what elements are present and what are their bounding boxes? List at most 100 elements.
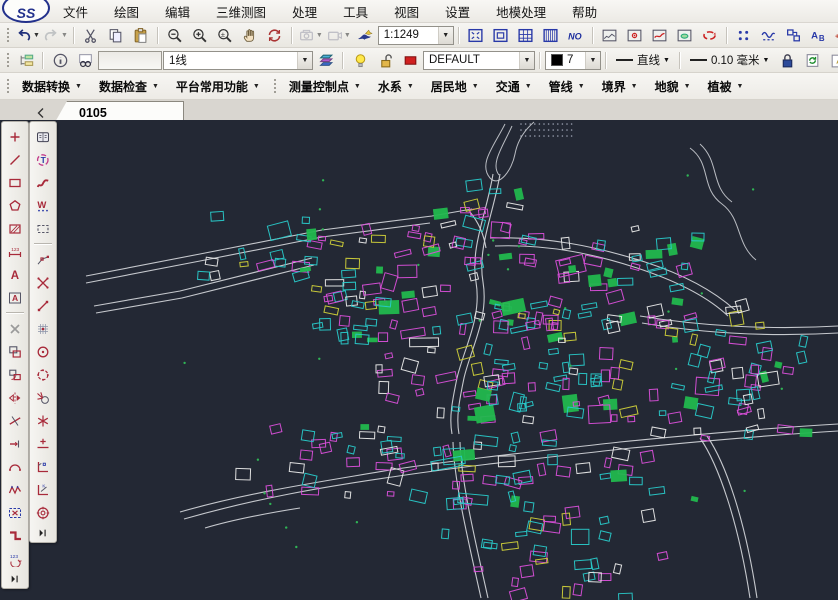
draw-rectangle-button[interactable]: [3, 171, 27, 194]
chevron-down-icon[interactable]: ▼: [519, 52, 534, 69]
category-button-7[interactable]: 交通▼: [488, 74, 540, 98]
category-button-10[interactable]: 地貌▼: [647, 74, 699, 98]
control-target-button[interactable]: [31, 501, 55, 524]
zoom-extents-button[interactable]: [489, 24, 513, 46]
draw-line-button[interactable]: [3, 148, 27, 171]
structure-tree-button[interactable]: [14, 49, 38, 71]
refresh-drawing-button[interactable]: [800, 49, 824, 71]
orbit-button[interactable]: [263, 24, 287, 46]
toolbar-overflow-button[interactable]: [4, 572, 26, 586]
named-view-button[interactable]: ▼: [297, 24, 324, 46]
redo-button[interactable]: ▼: [42, 24, 69, 46]
layer-unlock-button[interactable]: [373, 49, 397, 71]
scale-combo[interactable]: 1:1249▼: [378, 26, 454, 45]
toolbar-grip[interactable]: [272, 77, 277, 95]
chevron-down-icon[interactable]: ▼: [297, 52, 312, 69]
draw-hatch-button[interactable]: [3, 217, 27, 240]
draw-text-button[interactable]: A: [3, 263, 27, 286]
entity-view-button[interactable]: [73, 49, 97, 71]
zoom-range-button[interactable]: ±: [213, 24, 237, 46]
menu-10[interactable]: 帮助: [559, 0, 610, 24]
text-style-button[interactable]: AB: [807, 24, 831, 46]
rotate-copy-button[interactable]: [3, 363, 27, 386]
zoom-window-button[interactable]: [464, 24, 488, 46]
category-button-11[interactable]: 植被▼: [700, 74, 752, 98]
layers-button[interactable]: [314, 49, 338, 71]
coordinate-dim2-button[interactable]: K: [31, 478, 55, 501]
linetype-combo[interactable]: 直线▼: [611, 49, 675, 71]
fly-view-button[interactable]: [353, 24, 377, 46]
category-button-4[interactable]: 测量控制点▼: [281, 74, 369, 98]
draw-curve-button[interactable]: [31, 171, 55, 194]
entity-info-button[interactable]: [48, 49, 72, 71]
mirror-button[interactable]: [3, 386, 27, 409]
lock-drawing-button[interactable]: [775, 49, 799, 71]
category-button-9[interactable]: 境界▼: [594, 74, 646, 98]
draw-arc-button[interactable]: [3, 455, 27, 478]
menu-6[interactable]: 工具: [330, 0, 381, 24]
zoom-out-button[interactable]: [163, 24, 187, 46]
camera-view-button[interactable]: ▼: [325, 24, 352, 46]
star-point-button[interactable]: [31, 409, 55, 432]
menu-3[interactable]: 编辑: [152, 0, 203, 24]
copy-button[interactable]: [104, 24, 128, 46]
drawing-canvas[interactable]: [0, 120, 838, 600]
linetype-display-button[interactable]: [757, 24, 781, 46]
grid-points-button[interactable]: [31, 317, 55, 340]
draw-polygon-button[interactable]: [3, 194, 27, 217]
category-button-8[interactable]: 管线▼: [541, 74, 593, 98]
toolbar-grip[interactable]: [5, 77, 10, 95]
map-loop-button[interactable]: [698, 24, 722, 46]
entity-code-field[interactable]: [98, 51, 162, 70]
extend-button[interactable]: [3, 432, 27, 455]
draw-dimension-button[interactable]: 123: [3, 240, 27, 263]
chevron-down-icon[interactable]: ▼: [438, 27, 453, 44]
menu-2[interactable]: 绘图: [101, 0, 152, 24]
edit-node-button[interactable]: [31, 248, 55, 271]
map-region-button[interactable]: [673, 24, 697, 46]
text-circle-button[interactable]: T: [31, 148, 55, 171]
menu-9[interactable]: 地模处理: [483, 0, 559, 24]
layer-on-button[interactable]: [348, 49, 372, 71]
draw-pipe-button[interactable]: [3, 524, 27, 547]
select-circle-button[interactable]: [31, 363, 55, 386]
category-button-1[interactable]: 数据转换▼: [14, 74, 90, 98]
chevron-down-icon[interactable]: ▼: [585, 52, 600, 69]
lineweight-combo[interactable]: 0.10 毫米▼: [685, 49, 775, 71]
cut-button[interactable]: [79, 24, 103, 46]
coordinate-dim-button[interactable]: [31, 455, 55, 478]
layer-color-chip[interactable]: [398, 49, 422, 71]
layer-combo[interactable]: DEFAULT▼: [423, 51, 535, 70]
toolbar-grip[interactable]: [5, 26, 10, 44]
rotate-annotate-button[interactable]: 123: [3, 547, 27, 570]
map-frame-button[interactable]: [598, 24, 622, 46]
erase-button[interactable]: [3, 317, 27, 340]
zoom-in-button[interactable]: [188, 24, 212, 46]
map-control-point-button[interactable]: [623, 24, 647, 46]
text-style-button[interactable]: A: [3, 286, 27, 309]
undo-button[interactable]: ▼: [14, 24, 41, 46]
edit-attributes-button[interactable]: [825, 49, 838, 71]
category-button-2[interactable]: 数据检查▼: [91, 74, 167, 98]
width-points-button[interactable]: W: [31, 194, 55, 217]
select-window-button[interactable]: [31, 217, 55, 240]
no-snap-button[interactable]: NO: [564, 24, 588, 46]
category-button-5[interactable]: 水系▼: [370, 74, 422, 98]
category-button-3[interactable]: 平台常用功能▼: [168, 74, 268, 98]
edit-segment-button[interactable]: [31, 294, 55, 317]
draw-polyline-button[interactable]: [3, 478, 27, 501]
notebook-button[interactable]: [31, 125, 55, 148]
category-button-6[interactable]: 居民地▼: [423, 74, 487, 98]
pan-button[interactable]: [238, 24, 262, 46]
layout-window-button[interactable]: [539, 24, 563, 46]
menu-7[interactable]: 视图: [381, 0, 432, 24]
draw-point-button[interactable]: [3, 125, 27, 148]
map-polyline-button[interactable]: [648, 24, 672, 46]
menu-1[interactable]: 文件: [50, 0, 101, 24]
menu-8[interactable]: 设置: [432, 0, 483, 24]
trim-button[interactable]: [3, 409, 27, 432]
toolbar-grip[interactable]: [5, 51, 10, 69]
menu-5[interactable]: 处理: [279, 0, 330, 24]
branch-circle-button[interactable]: [31, 386, 55, 409]
menu-4[interactable]: 三维测图: [203, 0, 279, 24]
